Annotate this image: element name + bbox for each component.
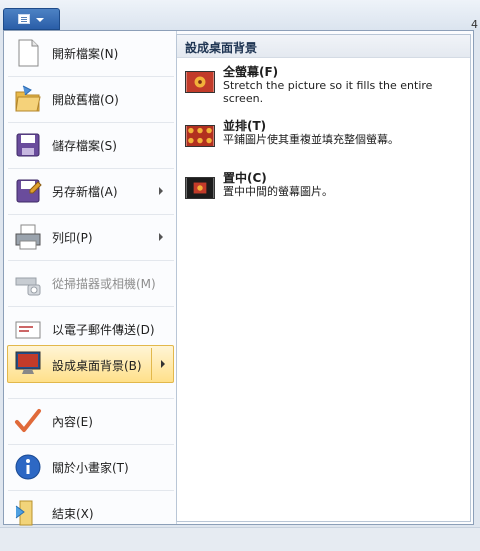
option-title: 並排(T) [223, 119, 267, 133]
menu-item-label: 關於小畫家(T) [52, 461, 129, 475]
menu-item-save[interactable]: 儲存檔案(S) [4, 123, 176, 168]
new-document-icon [18, 39, 39, 67]
menu-commands: 開新檔案(N) 開啟舊檔(O) 儲存檔案(S) 另存新檔(A) 列印(P) 從掃… [4, 31, 176, 526]
info-icon [15, 454, 41, 480]
center-icon [185, 177, 215, 199]
exit-icon [15, 500, 33, 526]
menu-item-print[interactable]: 列印(P) [4, 215, 176, 260]
submenu-arrow-icon [161, 360, 165, 368]
menu-item-label: 列印(P) [52, 231, 93, 245]
menu-item-label: 開新檔案(N) [52, 47, 119, 61]
option-fill-screen[interactable]: 全螢幕(F) Stretch the picture so it fills t… [177, 63, 470, 109]
menu-item-label: 內容(E) [52, 415, 93, 429]
desktop-background-submenu: 設成桌面背景 全螢幕(F) Stretch the picture so it … [176, 34, 471, 522]
paint-application-menu-button[interactable] [3, 8, 60, 30]
menu-item-label: 設成桌面背景(B) [52, 359, 142, 373]
menu-item-about[interactable]: 關於小畫家(T) [4, 445, 176, 490]
application-menu: 開新檔案(N) 開啟舊檔(O) 儲存檔案(S) 另存新檔(A) 列印(P) 從掃… [3, 30, 474, 526]
menu-item-label: 以電子郵件傳送(D) [52, 323, 155, 337]
submenu-arrow-icon [159, 233, 163, 241]
menu-item-new[interactable]: 開新檔案(N) [4, 31, 176, 76]
submenu-arrow-icon [159, 187, 163, 195]
email-icon [15, 321, 41, 339]
menu-item-save-as[interactable]: 另存新檔(A) [4, 169, 176, 214]
menu-item-from-scanner[interactable]: 從掃描器或相機(M) [4, 261, 176, 306]
option-description: 置中中間的螢幕圖片。 [223, 185, 333, 198]
menu-item-label: 結束(X) [52, 507, 94, 521]
option-description: 平鋪圖片使其重複並填充整個螢幕。 [223, 133, 399, 146]
scanner-camera-icon [15, 277, 41, 296]
option-description: Stretch the picture so it fills the enti… [223, 79, 433, 105]
open-folder-icon [15, 85, 41, 112]
status-strip [0, 527, 480, 551]
save-as-icon [16, 179, 42, 203]
option-title: 置中(C) [223, 171, 267, 185]
printer-icon [15, 224, 41, 250]
fill-screen-icon [185, 71, 215, 93]
floppy-disk-icon [16, 133, 40, 157]
menu-item-open[interactable]: 開啟舊檔(O) [4, 77, 176, 122]
split-divider [151, 348, 152, 380]
menu-item-label: 另存新檔(A) [52, 185, 118, 199]
tile-icon [185, 125, 215, 147]
menu-item-label: 開啟舊檔(O) [52, 93, 119, 107]
option-center[interactable]: 置中(C) 置中中間的螢幕圖片。 [177, 169, 470, 215]
checkmark-icon [15, 409, 41, 432]
option-tile[interactable]: 並排(T) 平鋪圖片使其重複並填充整個螢幕。 [177, 117, 470, 163]
title-strip [0, 0, 480, 30]
submenu-title: 設成桌面背景 [185, 41, 258, 55]
chevron-down-icon [36, 18, 44, 22]
menu-item-properties[interactable]: 內容(E) [4, 399, 176, 444]
desktop-background-icon [15, 351, 41, 374]
option-title: 全螢幕(F) [223, 65, 279, 79]
submenu-header: 設成桌面背景 [177, 35, 470, 58]
menu-item-label: 從掃描器或相機(M) [52, 277, 156, 291]
menu-item-set-desktop-background[interactable]: 設成桌面背景(B) [7, 345, 174, 383]
paint-menu-icon [18, 14, 30, 24]
menu-item-label: 儲存檔案(S) [52, 139, 117, 153]
